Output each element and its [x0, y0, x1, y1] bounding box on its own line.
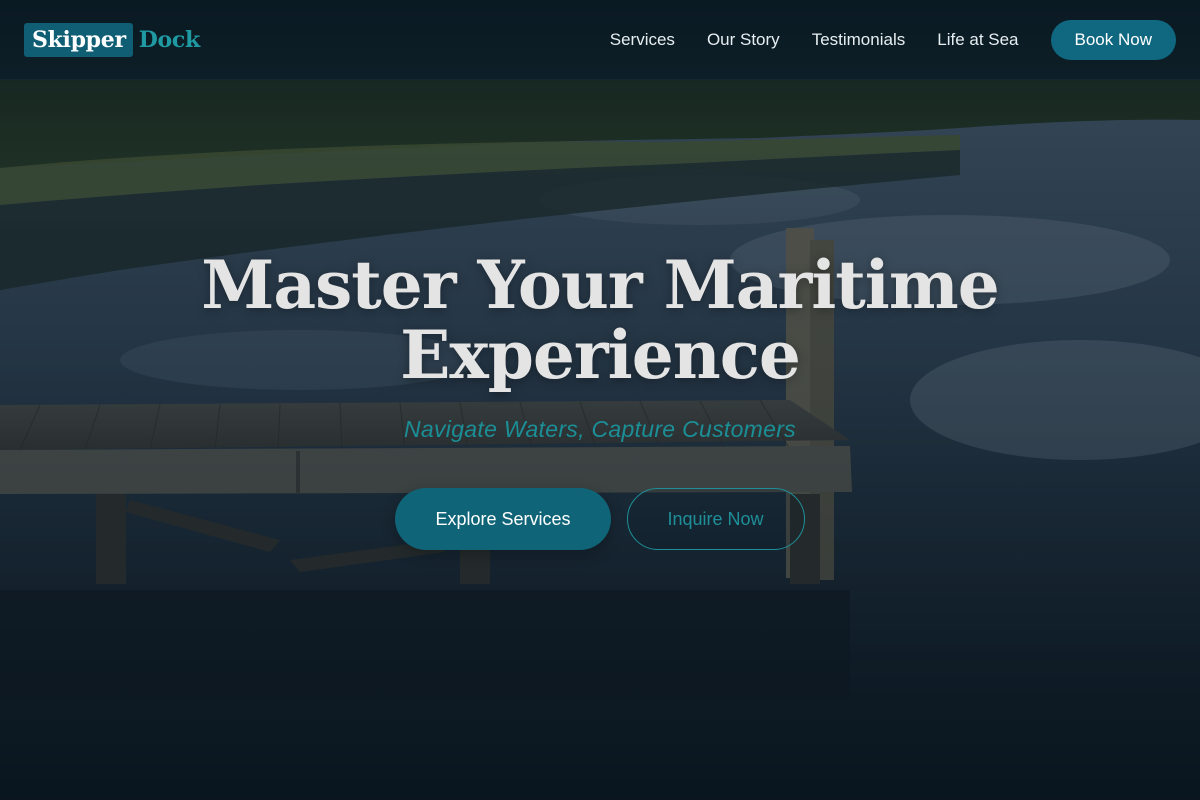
logo[interactable]: Skipper Dock	[24, 22, 200, 58]
hero-section: Master Your Maritime Experience Navigate…	[0, 250, 1200, 550]
inquire-now-button[interactable]: Inquire Now	[626, 488, 805, 550]
logo-wordmark-primary: Skipper	[24, 23, 133, 57]
hero-subtitle: Navigate Waters, Capture Customers	[404, 416, 796, 442]
explore-services-button[interactable]: Explore Services	[395, 488, 611, 550]
landing-page: Skipper Dock Services Our Story Testimon…	[0, 0, 1200, 800]
book-now-button[interactable]: Book Now	[1050, 20, 1176, 60]
nav-link-our-story[interactable]: Our Story	[707, 20, 780, 60]
nav-link-testimonials[interactable]: Testimonials	[812, 20, 906, 60]
nav-link-life-at-sea[interactable]: Life at Sea	[937, 20, 1018, 60]
hero-title: Master Your Maritime Experience	[201, 246, 999, 394]
nav-link-services[interactable]: Services	[610, 20, 675, 60]
site-header: Skipper Dock Services Our Story Testimon…	[0, 0, 1200, 80]
logo-wordmark-secondary: Dock	[138, 27, 201, 53]
hero-button-group: Explore Services Inquire Now	[0, 488, 1200, 550]
main-nav: Services Our Story Testimonials Life at …	[610, 20, 1176, 60]
